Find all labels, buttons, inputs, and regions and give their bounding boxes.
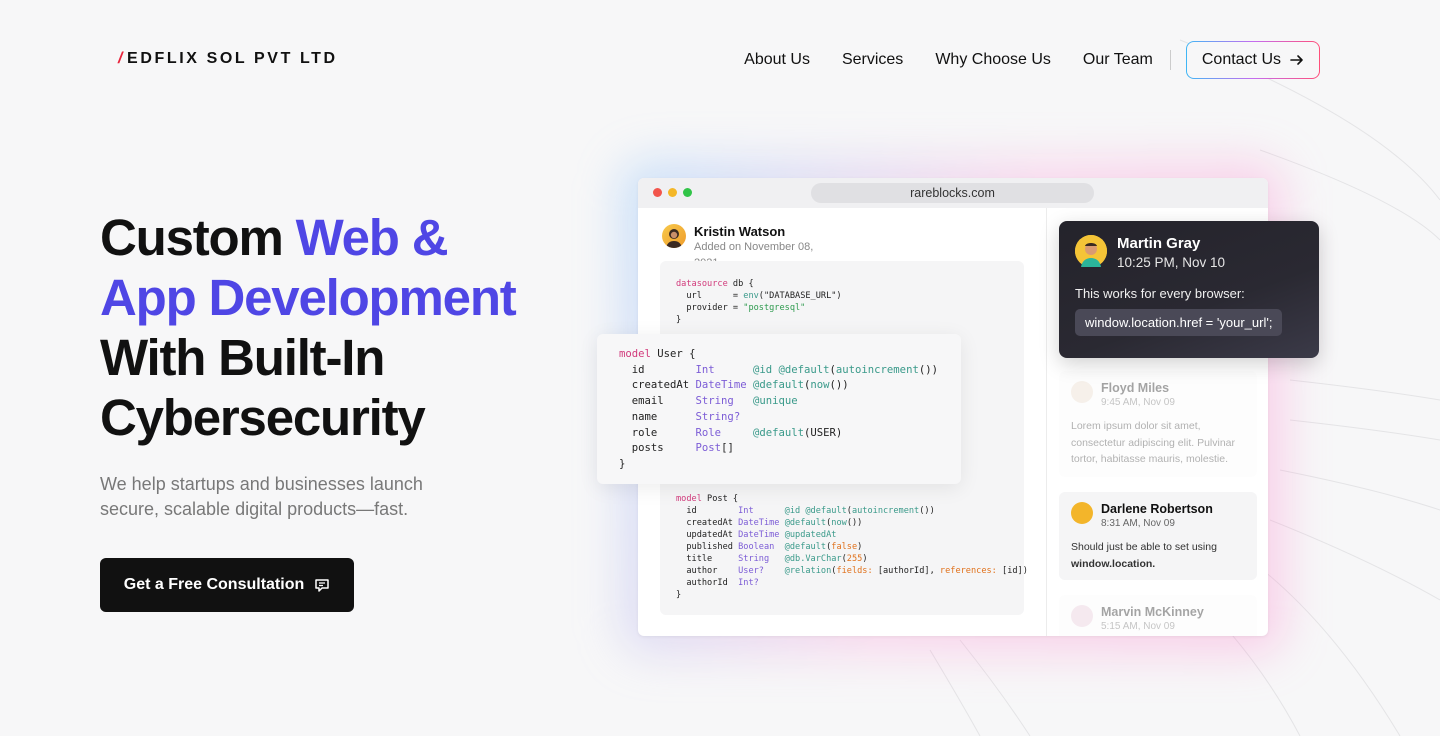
user-model-card: model User { id Int @id @default(autoinc… [597, 334, 961, 484]
nav-about-us[interactable]: About Us [744, 51, 810, 69]
comment-body-code: window.location. [1071, 557, 1156, 570]
comment-body: Lorem ipsum dolor sit amet, consectetur … [1071, 420, 1236, 465]
comment-author: Darlene Robertson [1101, 502, 1213, 516]
hero-title-line-4: Cybersecurity [100, 389, 426, 446]
hero-title-plain: Custom [100, 209, 296, 266]
featured-comment-message: This works for every browser: [1075, 286, 1245, 301]
logo-text: EDFLIX SOL PVT LTD [127, 50, 338, 67]
comment-time: 8:31 AM, Nov 09 [1101, 518, 1175, 529]
contact-us-button[interactable]: Contact Us [1186, 41, 1320, 79]
post-model-code: model Post { id Int @id @default(autoinc… [676, 494, 1028, 600]
author-name: Kristin Watson [694, 224, 786, 239]
url-bar: rareblocks.com [811, 183, 1094, 203]
browser-titlebar: rareblocks.com [638, 178, 1268, 208]
hero-title-accent-1: Web & [295, 209, 449, 266]
nav-divider [1169, 49, 1171, 70]
avatar [1071, 381, 1093, 403]
avatar [1071, 605, 1093, 627]
avatar [662, 224, 686, 248]
avatar [1075, 235, 1107, 267]
user-model-code: model User { id Int @id @default(autoinc… [619, 348, 938, 470]
maximize-dot-icon [683, 188, 692, 197]
featured-comment-card[interactable]: Martin Gray 10:25 PM, Nov 10 This works … [1059, 221, 1319, 358]
panel-divider [1046, 208, 1047, 636]
hero-subtitle: We help startups and businesses launch s… [100, 474, 423, 519]
comment-card[interactable]: Floyd Miles 9:45 AM, Nov 09 Lorem ipsum … [1059, 371, 1257, 477]
comment-time: 5:15 AM, Nov 09 [1101, 621, 1175, 632]
featured-comment-author: Martin Gray [1117, 235, 1201, 252]
main-nav: About Us Services Why Choose Us Our Team… [744, 41, 1320, 78]
comment-body: Should just be able to set using window.… [1071, 539, 1245, 572]
comment-time: 9:45 AM, Nov 09 [1101, 397, 1175, 408]
company-logo[interactable]: / EDFLIX SOL PVT LTD [118, 50, 338, 68]
nav-services[interactable]: Services [842, 51, 903, 69]
hero-title: Custom Web & App Development With Built-… [100, 208, 570, 448]
arrow-right-icon [1290, 54, 1303, 65]
comment-author: Marvin McKinney [1101, 605, 1204, 619]
datasource-code: datasource db { url = env("DATABASE_URL"… [676, 279, 842, 325]
featured-comment-time: 10:25 PM, Nov 10 [1117, 255, 1226, 270]
contact-us-label: Contact Us [1201, 50, 1281, 68]
comment-author: Floyd Miles [1101, 381, 1170, 395]
nav-our-team[interactable]: Our Team [1083, 51, 1153, 69]
cta-label: Get a Free Consultation [123, 576, 305, 593]
free-consultation-button[interactable]: Get a Free Consultation [100, 558, 354, 612]
comment-body-text: Should just be able to set using [1071, 541, 1217, 553]
avatar [1071, 502, 1093, 524]
comment-card[interactable]: Marvin McKinney 5:15 AM, Nov 09 [1059, 595, 1257, 636]
comment-card[interactable]: Darlene Robertson 8:31 AM, Nov 09 Should… [1059, 492, 1257, 580]
chat-icon [315, 579, 329, 592]
hero-title-line-3: With Built-In [100, 329, 385, 386]
logo-slash: / [118, 50, 126, 67]
minimize-dot-icon [668, 188, 677, 197]
hero-title-accent-2: App Development [100, 269, 517, 326]
close-dot-icon [653, 188, 662, 197]
featured-comment-code: window.location.href = 'your_url'; [1075, 309, 1283, 336]
nav-why-choose-us[interactable]: Why Choose Us [935, 51, 1051, 69]
